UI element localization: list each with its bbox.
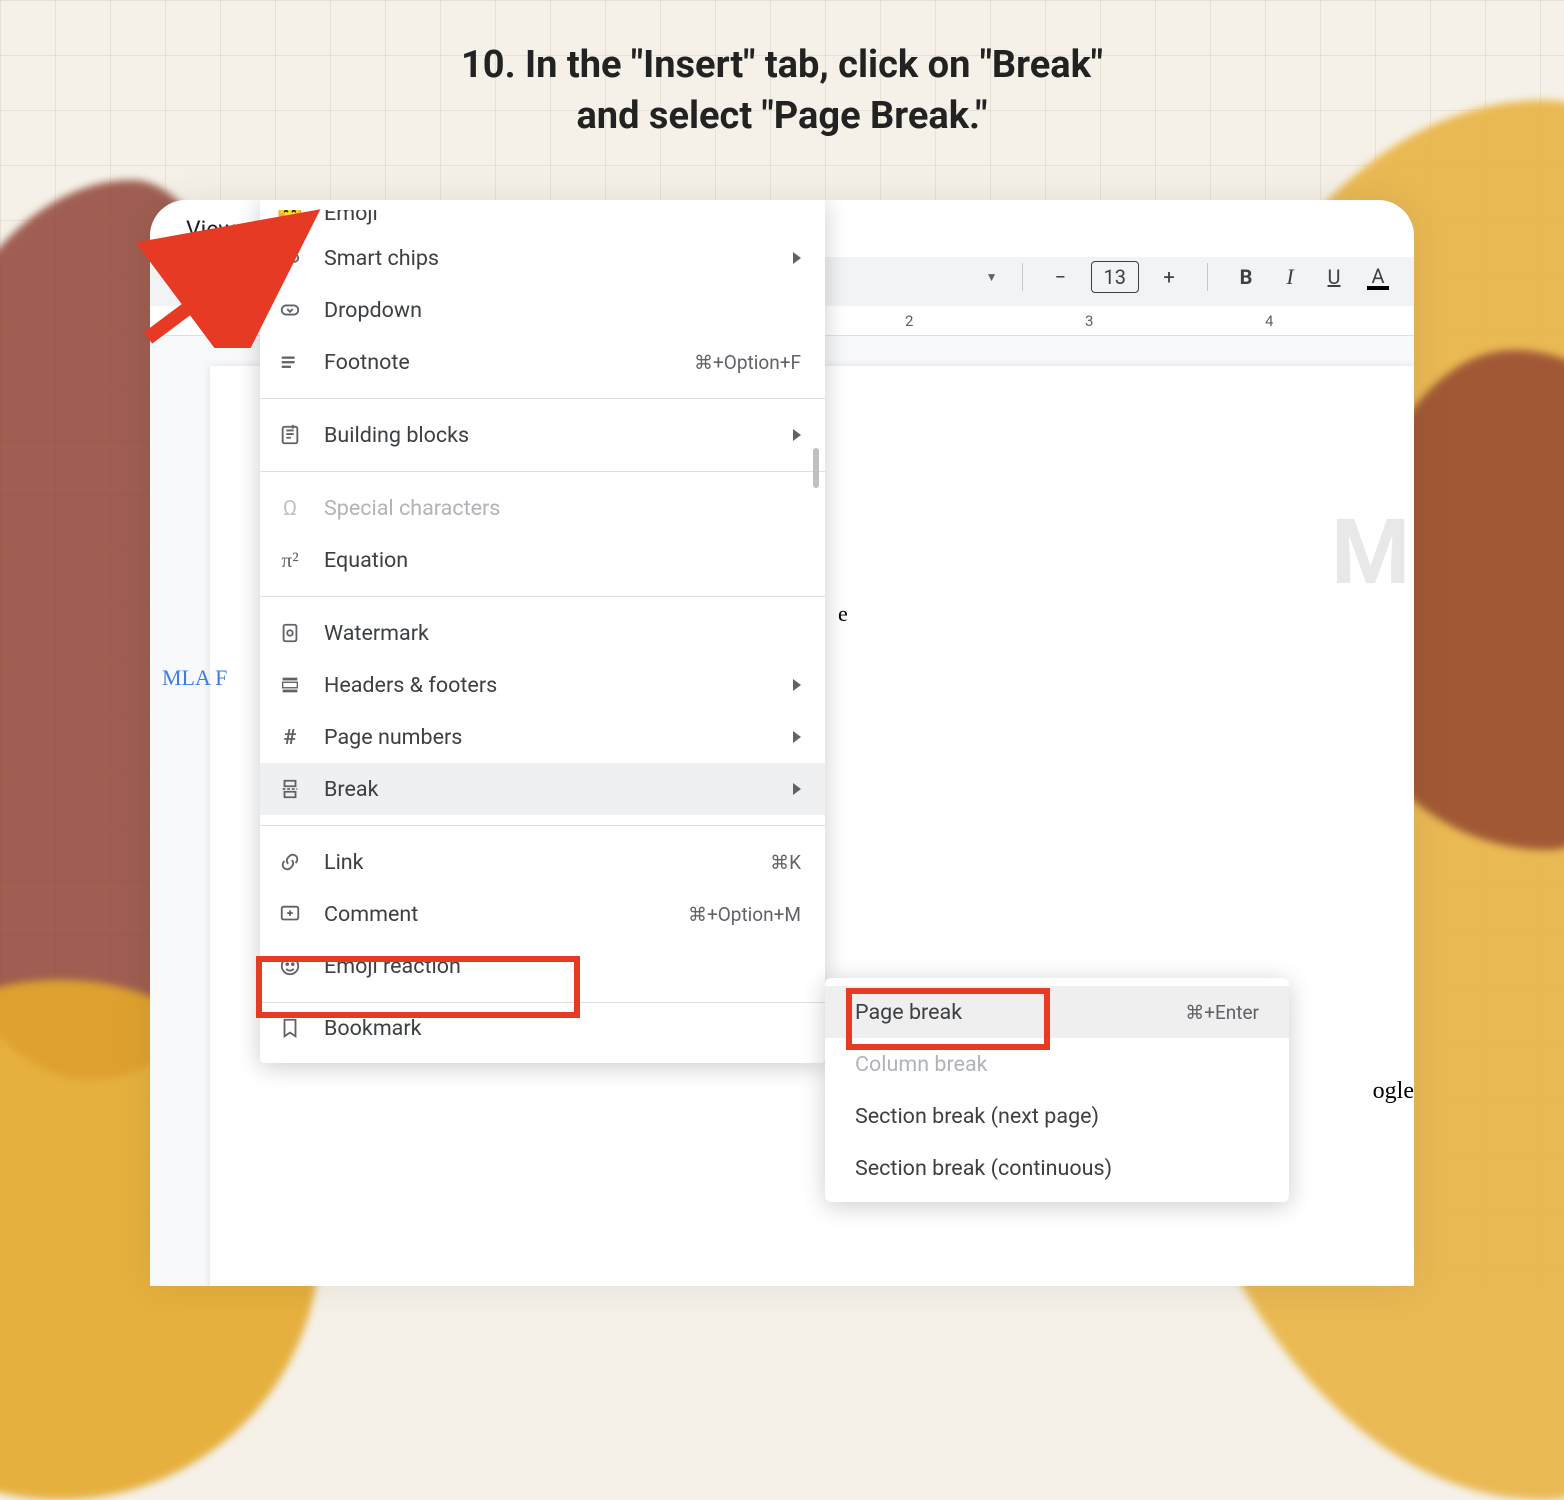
submenu-arrow-icon bbox=[793, 429, 801, 441]
omega-icon: Ω bbox=[278, 496, 302, 520]
link-icon bbox=[278, 850, 302, 874]
page-break-icon bbox=[278, 777, 302, 801]
bookmark-icon bbox=[278, 1016, 302, 1040]
dropdown-caret-icon[interactable]: ▼ bbox=[986, 270, 998, 284]
shortcut-label: ⌘+Option+F bbox=[694, 351, 801, 374]
menu-item-break[interactable]: Break bbox=[260, 763, 825, 815]
menu-item-watermark[interactable]: Watermark bbox=[260, 607, 825, 659]
menu-divider bbox=[260, 825, 825, 826]
menu-item-comment[interactable]: Comment ⌘+Option+M bbox=[260, 888, 825, 940]
menu-scrollbar[interactable] bbox=[813, 448, 819, 488]
shortcut-label: ⌘+Enter bbox=[1185, 1001, 1259, 1024]
callout-arrow bbox=[128, 208, 348, 348]
font-size-increase[interactable]: + bbox=[1155, 265, 1183, 289]
app-window: View Insert Format Tools Extensions Help… bbox=[150, 200, 1414, 1286]
underline-button[interactable]: U bbox=[1320, 265, 1348, 289]
emoji-reaction-icon bbox=[278, 954, 302, 978]
hash-icon: # bbox=[278, 725, 302, 749]
font-size-decrease[interactable]: − bbox=[1047, 265, 1075, 289]
bold-button[interactable]: B bbox=[1232, 265, 1260, 289]
submenu-item-section-break-continuous[interactable]: Section break (continuous) bbox=[825, 1142, 1289, 1194]
italic-button[interactable]: I bbox=[1276, 264, 1304, 290]
headers-footers-icon bbox=[278, 673, 302, 697]
submenu-arrow-icon bbox=[793, 731, 801, 743]
menu-item-headers-footers[interactable]: Headers & footers bbox=[260, 659, 825, 711]
instruction-text: 10. In the "Insert" tab, click on "Break… bbox=[282, 40, 1282, 143]
submenu-arrow-icon bbox=[793, 679, 801, 691]
menu-item-building-blocks[interactable]: Building blocks bbox=[260, 409, 825, 461]
menu-item-special-characters[interactable]: Ω Special characters bbox=[260, 482, 825, 534]
submenu-item-column-break[interactable]: Column break bbox=[825, 1038, 1289, 1090]
menu-item-bookmark[interactable]: Bookmark bbox=[260, 1013, 825, 1043]
menu-divider bbox=[260, 398, 825, 399]
shortcut-label: ⌘+Option+M bbox=[688, 903, 801, 926]
menu-divider bbox=[260, 471, 825, 472]
menu-item-equation[interactable]: π² Equation bbox=[260, 534, 825, 586]
footnote-icon bbox=[278, 350, 302, 374]
menu-item-link[interactable]: Link ⌘K bbox=[260, 836, 825, 888]
shortcut-label: ⌘K bbox=[770, 851, 801, 874]
submenu-arrow-icon bbox=[793, 783, 801, 795]
ruler-mark: 2 bbox=[905, 312, 913, 330]
document-text-fragment: ogle bbox=[1373, 1078, 1414, 1105]
toolbar-separator bbox=[1022, 263, 1023, 291]
submenu-arrow-icon bbox=[793, 252, 801, 264]
text-color-button[interactable]: A bbox=[1364, 264, 1392, 290]
ruler-mark: 4 bbox=[1265, 312, 1273, 330]
menu-item-page-numbers[interactable]: # Page numbers bbox=[260, 711, 825, 763]
watermark-icon bbox=[278, 621, 302, 645]
watermark-fragment: M bbox=[1331, 500, 1414, 605]
menu-divider bbox=[260, 1002, 825, 1003]
equation-icon: π² bbox=[278, 548, 302, 572]
submenu-item-page-break[interactable]: Page break ⌘+Enter bbox=[825, 986, 1289, 1038]
document-text-fragment: e bbox=[838, 601, 848, 627]
ruler-mark: 3 bbox=[1085, 312, 1093, 330]
comment-icon bbox=[278, 902, 302, 926]
document-text-fragment: MLA F bbox=[162, 665, 227, 691]
menu-divider bbox=[260, 596, 825, 597]
font-size-input[interactable]: 13 bbox=[1091, 261, 1139, 293]
submenu-item-section-break-next[interactable]: Section break (next page) bbox=[825, 1090, 1289, 1142]
menu-item-emoji-reaction[interactable]: Emoji reaction bbox=[260, 940, 825, 992]
toolbar-separator bbox=[1207, 263, 1208, 291]
building-blocks-icon bbox=[278, 423, 302, 447]
break-submenu: Page break ⌘+Enter Column break Section … bbox=[825, 978, 1289, 1202]
